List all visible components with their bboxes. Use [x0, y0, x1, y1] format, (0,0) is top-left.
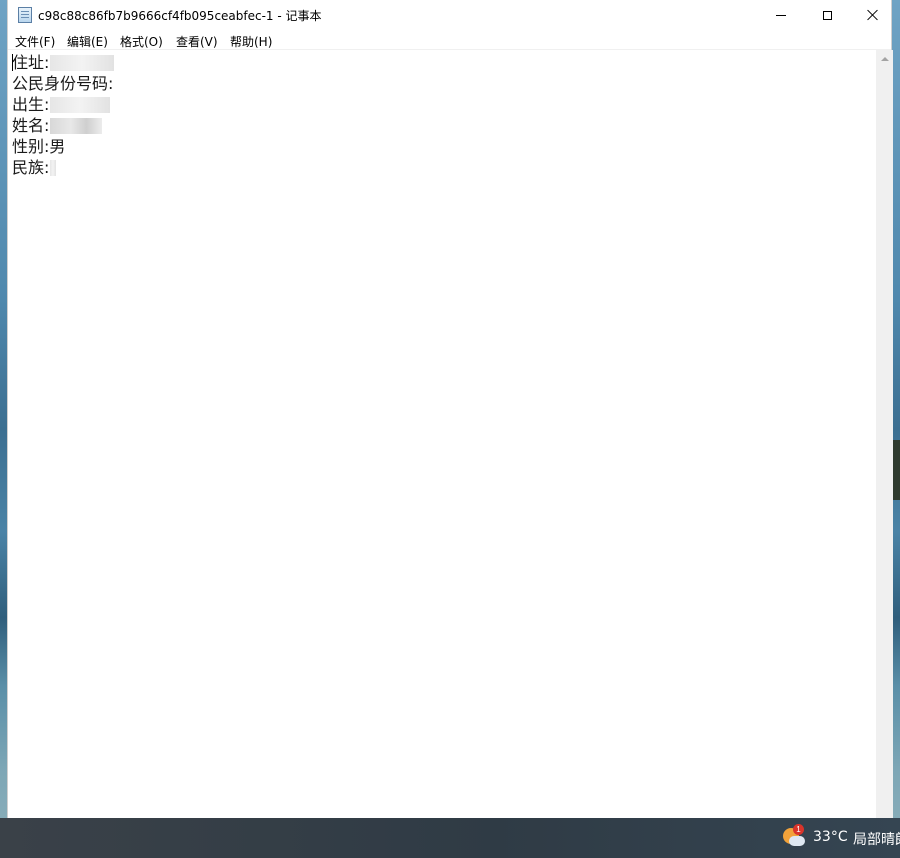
birth-label: 出生: [12, 95, 50, 114]
id-number-label: 公民身份号码: [12, 74, 114, 93]
menu-file[interactable]: 文件(F) [15, 33, 55, 50]
maximize-icon [822, 10, 832, 20]
menu-edit[interactable]: 编辑(E) [67, 33, 108, 50]
ethnicity-redacted-value [50, 159, 57, 176]
minimize-icon [776, 14, 786, 16]
text-caret [12, 54, 13, 71]
menu-view[interactable]: 查看(V) [176, 33, 218, 50]
gender-value: 男 [49, 137, 66, 156]
menu-bar: 文件(F) 编辑(E) 格式(O) 查看(V) 帮助(H) [8, 30, 891, 50]
minimize-button[interactable] [758, 0, 804, 30]
line-id-number: 公民身份号码: [12, 73, 114, 94]
menu-format[interactable]: 格式(O) [120, 33, 163, 50]
chevron-up-icon [880, 56, 889, 61]
weather-temperature[interactable]: 33°C [813, 829, 848, 845]
notification-badge: 1 [793, 824, 804, 835]
line-address: 住址: [12, 52, 115, 73]
scroll-up-button[interactable] [876, 50, 893, 67]
address-label: 住址: [12, 53, 50, 72]
line-gender: 性别: 男 [12, 136, 114, 157]
line-ethnicity: 民族: [12, 157, 114, 178]
birth-redacted-value [50, 96, 111, 113]
close-icon [867, 9, 879, 21]
ethnicity-label: 民族: [12, 158, 50, 177]
name-redacted-value [50, 117, 103, 134]
close-button[interactable] [850, 0, 896, 30]
notepad-icon [18, 7, 32, 23]
taskbar: 1 33°C 局部晴朗 [0, 818, 900, 858]
window-title: c98c88c86fb7b9666cf4fb095ceabfec-1 - 记事本 [38, 9, 322, 23]
weather-condition[interactable]: 局部晴朗 [853, 829, 900, 849]
maximize-button[interactable] [804, 0, 850, 30]
name-label: 姓名: [12, 116, 50, 135]
cloud-icon [789, 836, 805, 846]
line-name: 姓名: [12, 115, 114, 136]
vertical-scrollbar[interactable] [876, 50, 893, 820]
address-redacted-value [50, 54, 115, 71]
gender-label: 性别: [12, 137, 50, 156]
title-bar[interactable]: c98c88c86fb7b9666cf4fb095ceabfec-1 - 记事本 [8, 0, 891, 30]
menu-help[interactable]: 帮助(H) [230, 33, 272, 50]
line-birth: 出生: [12, 94, 114, 115]
text-editor[interactable]: 住址: 公民身份号码: 出生: 姓名: 性别: 男 民族: [8, 50, 876, 820]
notepad-window: c98c88c86fb7b9666cf4fb095ceabfec-1 - 记事本… [7, 0, 893, 820]
weather-widget-icon[interactable]: 1 [781, 824, 805, 848]
document-text: 住址: 公民身份号码: 出生: 姓名: 性别: 男 民族: [12, 52, 115, 178]
